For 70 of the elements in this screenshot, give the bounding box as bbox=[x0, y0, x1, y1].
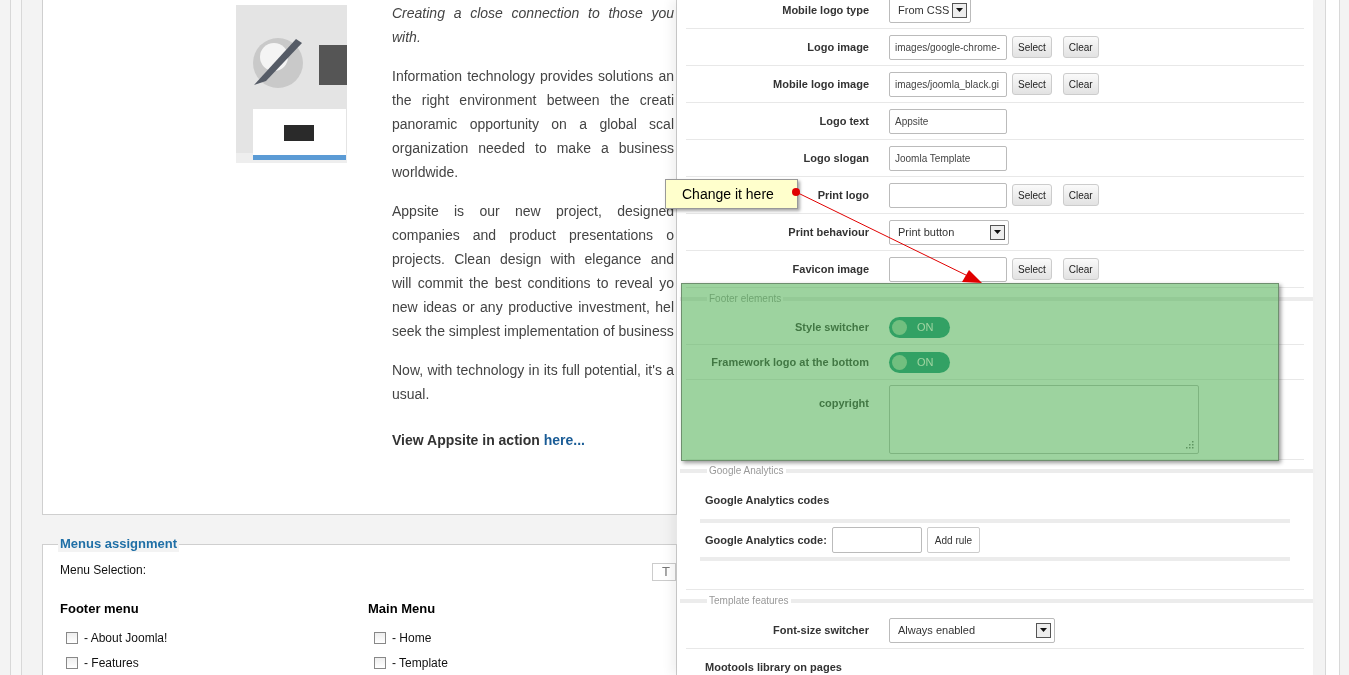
text-line: projects. Clean design with elegance and bbox=[392, 250, 674, 269]
text-line: new ideas or any productive investment, hel bbox=[392, 298, 674, 317]
text-line: organization needed to make a business bbox=[392, 139, 674, 158]
menu-item-label: - About Joomla! bbox=[84, 629, 168, 647]
toggle-button[interactable]: T bbox=[652, 563, 676, 581]
input-field[interactable]: Joomla Template bbox=[889, 145, 1007, 171]
text-line: will commit the best conditions to reveal yo bbox=[392, 274, 674, 293]
checkbox[interactable] bbox=[66, 656, 78, 669]
input-field[interactable]: Appsite bbox=[889, 108, 1007, 134]
dropdown[interactable]: From CSS bbox=[889, 0, 971, 23]
legend: Template features bbox=[707, 595, 791, 607]
text-line: Information technology provides solutions an bbox=[392, 67, 674, 86]
button[interactable]: Clear bbox=[1062, 73, 1099, 95]
menu-item-label: - Home bbox=[392, 629, 432, 647]
checkbox[interactable] bbox=[374, 631, 386, 644]
text-line: seek the simplest implementation of business bbox=[392, 322, 674, 341]
call-to-action: View Appsite in action here... bbox=[392, 431, 586, 450]
field-label: Logo text bbox=[819, 115, 869, 127]
menu-title: Main Menu bbox=[368, 601, 437, 617]
text-line: the right environment between the creati bbox=[392, 91, 674, 110]
button[interactable]: Select bbox=[1012, 184, 1052, 206]
caret-icon bbox=[1036, 622, 1051, 638]
caret-icon bbox=[990, 224, 1005, 240]
menu-item-label: - Template bbox=[392, 654, 448, 672]
input-field[interactable] bbox=[889, 256, 1007, 282]
text-line: panoramic opportunity on a global scal bbox=[392, 115, 674, 134]
field-label: Mobile logo image bbox=[773, 78, 869, 90]
button[interactable]: Select bbox=[1012, 36, 1052, 58]
dropdown[interactable]: Print button bbox=[889, 219, 1009, 245]
label: Menu Selection: bbox=[60, 562, 147, 578]
field-label: Logo slogan bbox=[803, 152, 869, 164]
checkbox[interactable] bbox=[66, 631, 78, 644]
section-heading: Google Analytics codes bbox=[705, 493, 830, 509]
field-label: Mobile logo type bbox=[782, 4, 869, 16]
field-label: Print behaviour bbox=[788, 226, 869, 238]
menu-item-label: - Features bbox=[84, 654, 139, 672]
legend: Menus assignment bbox=[58, 536, 180, 552]
text-line: with. bbox=[392, 28, 422, 47]
text-line: worldwide. bbox=[392, 163, 460, 182]
button[interactable]: Clear bbox=[1062, 258, 1099, 280]
field-label: Favicon image bbox=[792, 263, 869, 275]
button[interactable]: Add rule bbox=[926, 527, 981, 553]
input-field[interactable] bbox=[831, 527, 922, 553]
field-label: Print logo bbox=[817, 189, 869, 201]
field-label: copyright bbox=[818, 397, 869, 409]
button[interactable]: Clear bbox=[1062, 184, 1099, 206]
button[interactable]: Select bbox=[1012, 258, 1052, 280]
dropdown[interactable]: Always enabled bbox=[889, 617, 1055, 643]
resize-grip-icon bbox=[1186, 441, 1194, 449]
legend: Google Analytics bbox=[707, 465, 786, 477]
caret-icon bbox=[952, 2, 967, 18]
field-label: Logo image bbox=[807, 41, 869, 53]
field-label: Google Analytics code: bbox=[705, 532, 827, 548]
input-field[interactable] bbox=[889, 182, 1007, 208]
text-line: Now, with technology in its full potential, it's a bbox=[392, 361, 674, 380]
field-label: Style switcher bbox=[795, 321, 869, 333]
text-line: usual. bbox=[392, 385, 431, 404]
button[interactable]: Select bbox=[1012, 73, 1052, 95]
input-field[interactable]: images/joomla_black.gi bbox=[889, 71, 1007, 97]
field-label: Framework logo at the bottom bbox=[711, 356, 869, 368]
section-heading: Mootools library on pages bbox=[705, 660, 842, 675]
button[interactable]: Clear bbox=[1062, 36, 1099, 58]
input-field[interactable]: images/google-chrome- bbox=[889, 34, 1007, 60]
link[interactable]: here... bbox=[543, 432, 585, 448]
text-line: companies and product presentations o bbox=[392, 226, 674, 245]
text-line: Creating a close connection to those you bbox=[392, 4, 674, 23]
field-label: Font-size switcher bbox=[773, 624, 869, 636]
checkbox[interactable] bbox=[374, 656, 386, 669]
callout: Change it here bbox=[665, 179, 798, 209]
menu-title: Footer menu bbox=[60, 601, 140, 617]
